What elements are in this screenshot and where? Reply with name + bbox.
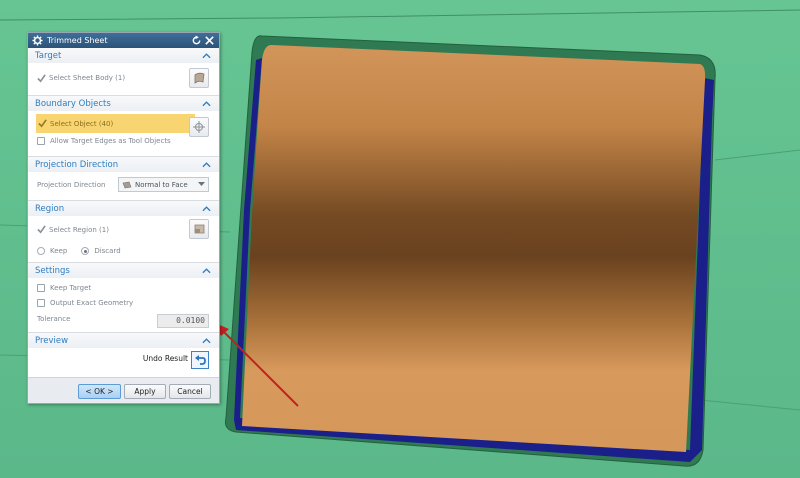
- allow-target-edges-row[interactable]: Allow Target Edges as Tool Objects: [28, 133, 219, 149]
- section-header-projection[interactable]: Projection Direction: [28, 157, 219, 172]
- projection-direction-label: Projection Direction: [37, 181, 106, 189]
- keep-label: Keep: [50, 247, 68, 255]
- face-normal-icon: [122, 181, 132, 188]
- section-title-region: Region: [35, 203, 65, 214]
- sheet-body-icon: [194, 72, 204, 84]
- section-settings: Settings Keep Target Output Exact Geomet…: [28, 263, 219, 333]
- section-projection-direction: Projection Direction Projection Directio…: [28, 157, 219, 201]
- undo-icon: [194, 355, 206, 365]
- allow-target-edges-label: Allow Target Edges as Tool Objects: [50, 137, 171, 145]
- output-exact-geometry-checkbox[interactable]: [37, 299, 45, 307]
- section-region: Region Select Region (1) Keep Discard: [28, 201, 219, 263]
- section-title-settings: Settings: [35, 265, 70, 276]
- chevron-up-icon: [202, 268, 211, 274]
- chevron-down-icon: [198, 182, 205, 186]
- section-header-preview[interactable]: Preview: [28, 333, 219, 348]
- output-exact-geometry-label: Output Exact Geometry: [50, 299, 134, 307]
- region-icon: [194, 224, 204, 234]
- select-region-button[interactable]: [189, 219, 209, 239]
- sheet-surface: [242, 44, 706, 453]
- apply-button[interactable]: Apply: [124, 384, 166, 399]
- tolerance-input[interactable]: 0.0100: [157, 314, 209, 328]
- section-target: Target Select Sheet Body (1): [28, 48, 219, 96]
- checkmark-icon: [37, 73, 46, 82]
- section-header-target[interactable]: Target: [28, 48, 219, 63]
- select-object-label: Select Object (40): [50, 119, 114, 128]
- reset-icon[interactable]: [191, 35, 202, 46]
- section-title-preview: Preview: [35, 335, 69, 346]
- select-region-label: Select Region (1): [49, 225, 109, 234]
- chevron-up-icon: [202, 53, 211, 59]
- select-sheet-body-button[interactable]: [189, 68, 209, 88]
- close-icon[interactable]: [204, 35, 215, 46]
- dialog-titlebar[interactable]: Trimmed Sheet: [28, 33, 219, 48]
- region-options-row: Keep Discard: [28, 243, 219, 259]
- keep-target-checkbox[interactable]: [37, 284, 45, 292]
- keep-target-row[interactable]: Keep Target: [28, 280, 219, 296]
- gear-icon: [32, 35, 43, 46]
- discard-radio[interactable]: [81, 247, 90, 255]
- section-header-settings[interactable]: Settings: [28, 263, 219, 278]
- crosshair-icon: [193, 121, 205, 133]
- ok-button[interactable]: < OK >: [78, 384, 121, 399]
- dialog-title: Trimmed Sheet: [47, 36, 108, 45]
- allow-target-edges-checkbox[interactable]: [37, 137, 45, 145]
- projection-direction-value: Normal to Face: [135, 180, 188, 189]
- select-sheet-body-label: Select Sheet Body (1): [49, 74, 126, 82]
- section-preview: Preview Undo Result: [28, 333, 219, 374]
- section-header-region[interactable]: Region: [28, 201, 219, 216]
- chevron-up-icon: [202, 338, 211, 344]
- projection-direction-select[interactable]: Normal to Face: [118, 177, 209, 192]
- section-title-target: Target: [35, 50, 62, 61]
- dialog-footer: < OK > Apply Cancel: [28, 377, 219, 403]
- keep-radio[interactable]: [37, 247, 45, 255]
- undo-result-label: Undo Result: [142, 354, 188, 363]
- chevron-up-icon: [202, 206, 211, 212]
- tolerance-label: Tolerance: [37, 315, 71, 323]
- output-exact-geometry-row[interactable]: Output Exact Geometry: [28, 296, 219, 310]
- discard-label: Discard: [94, 247, 121, 255]
- checkmark-icon: [38, 119, 47, 128]
- chevron-up-icon: [202, 162, 211, 168]
- cancel-button[interactable]: Cancel: [169, 384, 211, 399]
- chevron-up-icon: [202, 101, 211, 107]
- section-title-projection: Projection Direction: [35, 159, 119, 170]
- keep-target-label: Keep Target: [50, 284, 92, 292]
- select-object-row[interactable]: Select Object (40): [36, 114, 195, 133]
- checkmark-icon: [37, 225, 46, 234]
- trimmed-sheet-dialog: Trimmed Sheet Target Select Sheet Body (…: [27, 32, 220, 404]
- undo-result-button[interactable]: [191, 351, 209, 369]
- section-boundary-objects: Boundary Objects Select Object (40) Allo…: [28, 96, 219, 157]
- section-title-boundary: Boundary Objects: [35, 98, 111, 109]
- section-header-boundary[interactable]: Boundary Objects: [28, 96, 219, 111]
